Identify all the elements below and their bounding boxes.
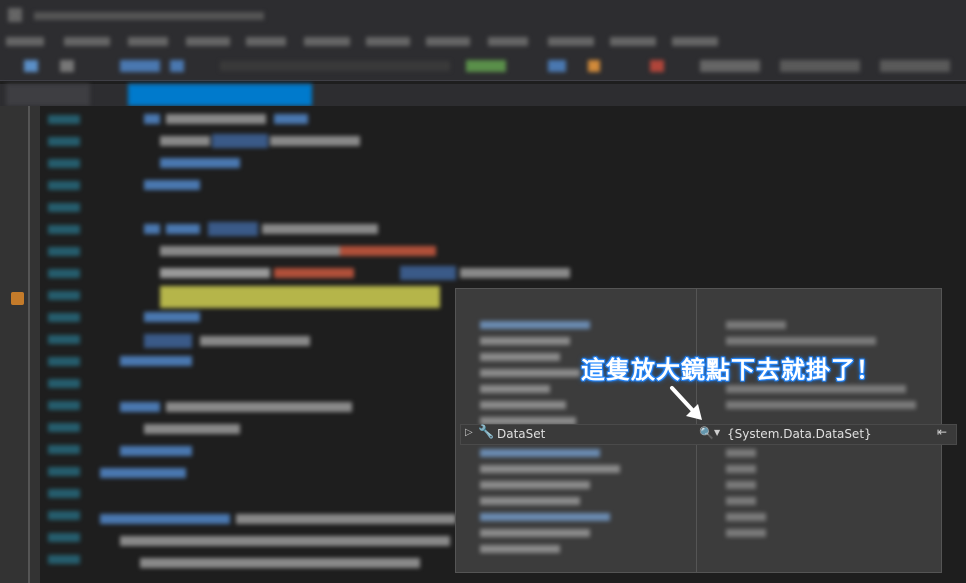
- variable-value: {System.Data.DataSet}: [727, 427, 872, 441]
- expand-triangle-icon[interactable]: ▷: [465, 427, 473, 438]
- menu-item[interactable]: [304, 37, 350, 46]
- breakpoint-icon[interactable]: [11, 292, 24, 305]
- toolbar-button[interactable]: [60, 60, 74, 72]
- tab-inactive[interactable]: [6, 84, 90, 106]
- menu-item[interactable]: [186, 37, 230, 46]
- annotation-arrow-icon: [670, 386, 702, 420]
- menu-item[interactable]: [366, 37, 410, 46]
- editor-gutter[interactable]: [0, 106, 40, 583]
- toolbar-button[interactable]: [880, 60, 950, 72]
- menu-item[interactable]: [6, 37, 44, 46]
- menu-item[interactable]: [246, 37, 286, 46]
- toolbar-button[interactable]: [588, 60, 600, 72]
- title-bar: [0, 0, 966, 30]
- toolbar-button[interactable]: [24, 60, 38, 72]
- app-logo-icon: [8, 8, 22, 22]
- wrench-icon: 🔧: [478, 425, 495, 440]
- document-tab-bar: [0, 84, 966, 108]
- magnifier-icon[interactable]: 🔍: [699, 426, 714, 440]
- visualizer-dropdown-icon[interactable]: ▼: [714, 428, 720, 437]
- tab-active[interactable]: [128, 84, 312, 106]
- menu-item[interactable]: [64, 37, 110, 46]
- datatip-row-dataset[interactable]: ▷ 🔧 DataSet 🔍 ▼ {System.Data.DataSet} ⇤: [460, 424, 957, 445]
- toolbar: [0, 52, 966, 81]
- menu-bar: [0, 30, 966, 52]
- menu-item[interactable]: [128, 37, 168, 46]
- toolbar-button[interactable]: [780, 60, 860, 72]
- toolbar-button[interactable]: [548, 60, 566, 72]
- menu-item[interactable]: [426, 37, 470, 46]
- current-line-highlight: [160, 286, 440, 308]
- menu-item[interactable]: [548, 37, 594, 46]
- toolbar-combo[interactable]: [220, 61, 450, 71]
- toolbar-button[interactable]: [700, 60, 760, 72]
- window-title: [34, 12, 264, 20]
- toolbar-button[interactable]: [466, 60, 506, 72]
- pin-icon[interactable]: ⇤: [937, 425, 947, 439]
- menu-item[interactable]: [672, 37, 718, 46]
- toolbar-button[interactable]: [120, 60, 160, 72]
- toolbar-button[interactable]: [170, 60, 184, 72]
- gutter-divider: [28, 106, 30, 583]
- annotation-caption: 這隻放大鏡點下去就掛了！: [581, 356, 881, 384]
- menu-item[interactable]: [610, 37, 656, 46]
- variable-name: DataSet: [497, 427, 546, 441]
- menu-item[interactable]: [488, 37, 528, 46]
- toolbar-button[interactable]: [650, 60, 664, 72]
